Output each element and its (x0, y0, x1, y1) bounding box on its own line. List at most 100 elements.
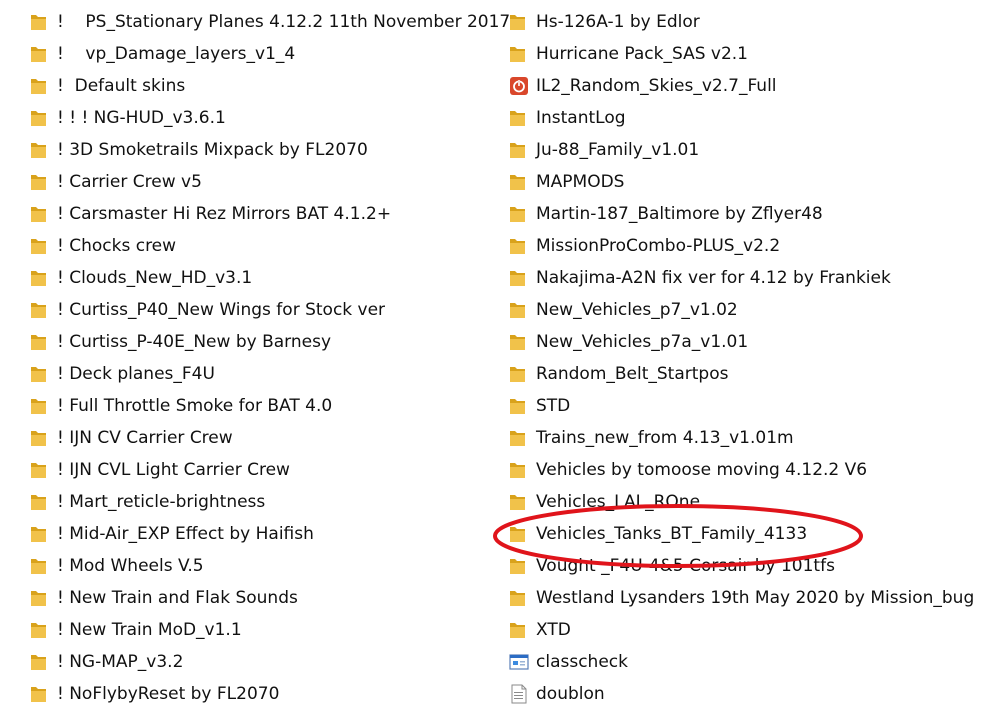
file-list-item-label: ! New Train MoD_v1.1 (57, 620, 242, 640)
folder-icon-shape (31, 531, 46, 542)
file-list-item[interactable]: Hurricane Pack_SAS v2.1 (509, 38, 989, 70)
folder-icon-shape (510, 307, 525, 318)
folder-icon-shape (510, 271, 525, 286)
file-list-item[interactable]: Martin-187_Baltimore by Zflyer48 (509, 198, 989, 230)
file-list-item[interactable]: ! vp_Damage_layers_v1_4 (30, 38, 500, 70)
folder-icon-shape (510, 403, 525, 414)
file-list-item[interactable]: New_Vehicles_p7a_v1.01 (509, 326, 989, 358)
folder-icon-shape (510, 207, 525, 222)
file-list-item-label: ! Clouds_New_HD_v3.1 (57, 268, 253, 288)
folder-icon-shape (510, 15, 525, 30)
power-app-icon (509, 76, 529, 96)
folder-icon-shape (31, 627, 46, 638)
folder-icon-shape (31, 207, 46, 222)
folder-icon-shape (510, 51, 525, 62)
file-list-item-label: InstantLog (536, 108, 626, 128)
file-list-item[interactable]: classcheck (509, 646, 989, 678)
file-list-item[interactable]: Vought _F4U-4&5 Corsair by 101tfs (509, 550, 989, 582)
folder-icon-shape (510, 431, 525, 446)
file-list-item[interactable]: Westland Lysanders 19th May 2020 by Miss… (509, 582, 989, 614)
file-list-item[interactable]: Vehicles by tomoose moving 4.12.2 V6 (509, 454, 989, 486)
folder-icon-shape (510, 47, 525, 62)
file-list-item-label: classcheck (536, 652, 628, 672)
folder-icon-shape (31, 147, 46, 158)
folder-icon (30, 236, 47, 256)
file-list-item[interactable]: ! Chocks crew (30, 230, 500, 262)
file-list-item[interactable]: ! Deck planes_F4U (30, 358, 500, 390)
file-list-item[interactable]: ! 3D Smoketrails Mixpack by FL2070 (30, 134, 500, 166)
file-list-item[interactable]: ! Curtiss_P-40E_New by Barnesy (30, 326, 500, 358)
file-list-item-label: Hurricane Pack_SAS v2.1 (536, 44, 748, 64)
window-app-icon-shape (513, 661, 518, 665)
file-list-item[interactable]: ! PS_Stationary Planes 4.12.2 11th Novem… (30, 6, 510, 38)
folder-icon-shape (31, 495, 46, 510)
folder-icon-shape (510, 243, 525, 254)
file-list-item-label: ! IJN CVL Light Carrier Crew (57, 460, 290, 480)
folder-icon-shape (31, 51, 46, 62)
file-list-item[interactable]: ! NoFlybyReset by FL2070 (30, 678, 500, 710)
folder-icon-shape (31, 435, 46, 446)
folder-icon-shape (31, 307, 46, 318)
file-list-item-label: Vehicles_Tanks_BT_Family_4133 (536, 524, 808, 544)
folder-icon-shape (31, 243, 46, 254)
file-list-item[interactable]: ! Mart_reticle-brightness (30, 486, 500, 518)
file-list-item[interactable]: New_Vehicles_p7_v1.02 (509, 294, 989, 326)
file-list-item[interactable]: Vehicles_Tanks_BT_Family_4133 (509, 518, 989, 550)
folder-icon (509, 44, 526, 64)
folder-icon-shape (31, 143, 46, 158)
folder-icon-shape (31, 527, 46, 542)
file-list-item[interactable]: ! IJN CVL Light Carrier Crew (30, 454, 500, 486)
file-list-item[interactable]: ! Curtiss_P40_New Wings for Stock ver (30, 294, 500, 326)
file-list-item[interactable]: InstantLog (509, 102, 989, 134)
file-list-item-label: ! NoFlybyReset by FL2070 (57, 684, 280, 704)
folder-icon (30, 396, 47, 416)
folder-icon (30, 428, 47, 448)
folder-icon-shape (510, 335, 525, 350)
folder-icon-shape (31, 19, 46, 30)
file-list-item[interactable]: IL2_Random_Skies_v2.7_Full (509, 70, 989, 102)
file-list-item[interactable]: ! IJN CV Carrier Crew (30, 422, 500, 454)
folder-icon-shape (31, 659, 46, 670)
right-column: Hs-126A-1 by Edlor Hurricane Pack_SAS v2.… (509, 6, 989, 710)
folder-icon-shape (31, 399, 46, 414)
folder-icon-shape (31, 111, 46, 126)
file-list-item[interactable]: ! Mid-Air_EXP Effect by Haifish (30, 518, 500, 550)
file-list-item[interactable]: ! Full Throttle Smoke for BAT 4.0 (30, 390, 500, 422)
file-list-item[interactable]: ! Carsmaster Hi Rez Mirrors BAT 4.1.2+ (30, 198, 500, 230)
file-list-item[interactable]: ! ! ! NG-HUD_v3.6.1 (30, 102, 500, 134)
file-list-item[interactable]: XTD (509, 614, 989, 646)
file-list-item[interactable]: Vehicles_LAL_ROne (509, 486, 989, 518)
file-list-item-label: New_Vehicles_p7a_v1.01 (536, 332, 749, 352)
text-file-icon-shape (514, 692, 523, 693)
folder-icon-shape (31, 563, 46, 574)
file-list-item[interactable]: Ju-88_Family_v1.01 (509, 134, 989, 166)
file-list-item[interactable]: ! Carrier Crew v5 (30, 166, 500, 198)
folder-icon (509, 172, 526, 192)
file-list-item[interactable]: ! Default skins (30, 70, 500, 102)
file-list-item[interactable]: Hs-126A-1 by Edlor (509, 6, 989, 38)
file-list-item[interactable]: ! Clouds_New_HD_v3.1 (30, 262, 500, 294)
file-list-item[interactable]: doublon (509, 678, 989, 710)
folder-icon-shape (510, 435, 525, 446)
left-column: ! PS_Stationary Planes 4.12.2 11th Novem… (30, 6, 510, 710)
file-list-item[interactable]: MAPMODS (509, 166, 989, 198)
file-list-item[interactable]: ! New Train and Flak Sounds (30, 582, 500, 614)
file-list-item-label: Hs-126A-1 by Edlor (536, 12, 700, 32)
file-list-item[interactable]: ! NG-MAP_v3.2 (30, 646, 500, 678)
folder-icon (509, 12, 526, 32)
folder-icon (509, 428, 526, 448)
file-list-item[interactable]: Random_Belt_Startpos (509, 358, 989, 390)
file-list-item[interactable]: ! Mod Wheels V.5 (30, 550, 500, 582)
file-list-item-label: ! Curtiss_P40_New Wings for Stock ver (57, 300, 386, 320)
file-list-item[interactable]: Trains_new_from 4.13_v1.01m (509, 422, 989, 454)
folder-icon-shape (510, 467, 525, 478)
file-list-item[interactable]: Nakajima-A2N fix ver for 4.12 by Frankie… (509, 262, 989, 294)
folder-icon-shape (31, 691, 46, 702)
folder-icon (30, 76, 47, 96)
file-list-item[interactable]: MissionProCombo-PLUS_v2.2 (509, 230, 989, 262)
file-list-item-label: STD (536, 396, 571, 416)
folder-icon-shape (510, 563, 525, 574)
file-list-item[interactable]: ! New Train MoD_v1.1 (30, 614, 500, 646)
file-list-item[interactable]: STD (509, 390, 989, 422)
folder-icon-shape (31, 239, 46, 254)
